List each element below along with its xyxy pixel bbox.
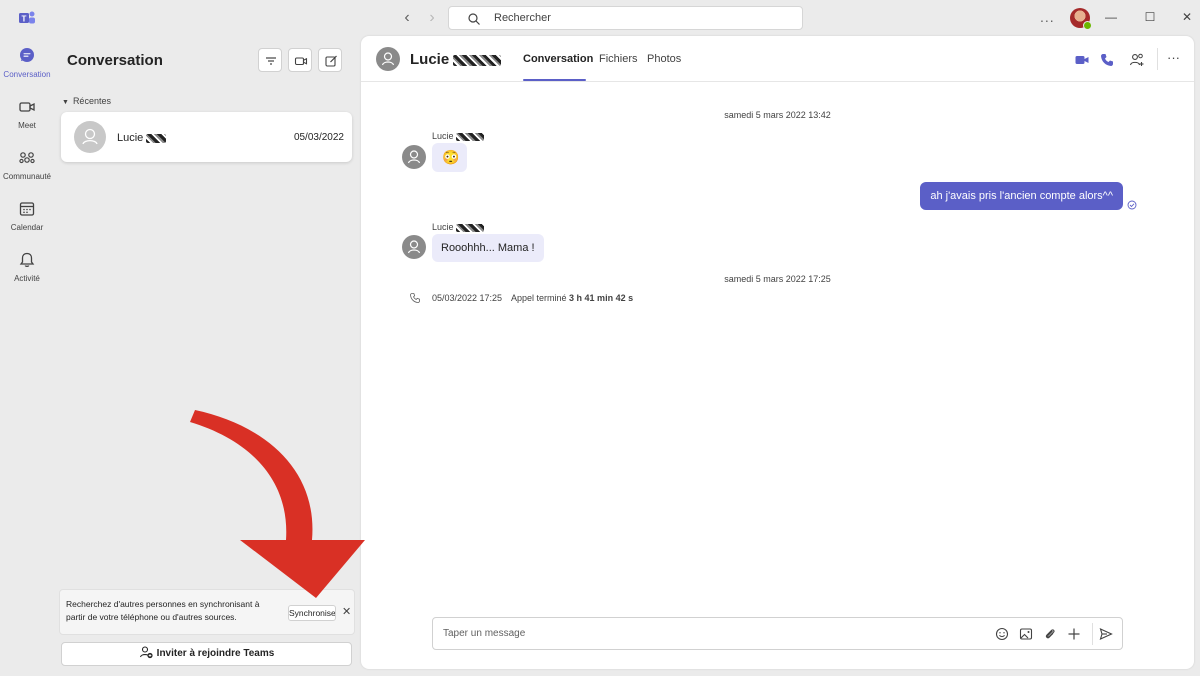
contact-name: Lucie xyxy=(410,51,502,68)
rail-label-meet: Meet xyxy=(18,121,36,130)
new-chat-button[interactable] xyxy=(318,48,342,72)
tab-conversation[interactable]: Conversation xyxy=(523,53,593,65)
person-icon xyxy=(407,240,421,254)
invite-label: Inviter à rejoindre Teams xyxy=(156,648,275,659)
profile-avatar[interactable] xyxy=(1070,8,1092,30)
rail-label-conversation: Conversation xyxy=(3,70,51,79)
person-icon xyxy=(407,150,421,164)
chat-icon xyxy=(20,48,34,62)
send-icon[interactable] xyxy=(1099,627,1113,641)
rail-item-activite[interactable]: Activité xyxy=(0,246,54,294)
incoming-message[interactable]: Rooohhh... Mama ! xyxy=(432,234,544,262)
more-options-icon[interactable]: ··· xyxy=(1167,50,1180,65)
sync-text: Recherchez d'autres personnes en synchro… xyxy=(66,599,260,622)
search-icon xyxy=(468,13,480,25)
contact-avatar xyxy=(376,47,400,71)
search-input[interactable]: Rechercher xyxy=(448,6,803,30)
filter-icon xyxy=(266,57,276,65)
back-icon[interactable]: ‹ xyxy=(398,9,416,27)
add-people-icon[interactable] xyxy=(1129,52,1145,68)
timestamp-divider: samedi 5 mars 2022 17:25 xyxy=(724,274,831,284)
incoming-message[interactable]: 😳 xyxy=(432,143,467,172)
compose-icon xyxy=(325,55,337,67)
invite-button[interactable]: Inviter à rejoindre Teams xyxy=(61,642,352,666)
close-banner-icon[interactable]: ✕ xyxy=(342,605,351,618)
chat-item-name: Lucie xyxy=(117,132,167,144)
sync-suggestion-banner: Recherchez d'autres personnes en synchro… xyxy=(59,589,355,635)
calendar-icon xyxy=(19,202,35,216)
header-divider xyxy=(1157,48,1158,70)
search-placeholder: Rechercher xyxy=(494,12,551,24)
presence-available-icon xyxy=(1083,21,1092,30)
chat-list-panel: Conversation ▼ Récentes Lucie 05/03/2022… xyxy=(54,36,360,676)
meet-now-button[interactable] xyxy=(288,48,312,72)
avatar xyxy=(402,145,426,169)
maximize-button[interactable]: ☐ xyxy=(1143,10,1157,24)
plus-icon[interactable] xyxy=(1067,627,1081,641)
more-options-icon[interactable]: ... xyxy=(1040,9,1055,25)
rail-item-conversation[interactable]: Conversation xyxy=(0,42,54,90)
timestamp-divider: samedi 5 mars 2022 13:42 xyxy=(724,110,831,120)
caret-down-icon: ▼ xyxy=(62,99,69,106)
rail-item-meet[interactable]: Meet xyxy=(0,93,54,141)
outgoing-message[interactable]: ah j'avais pris l'ancien compte alors^^ xyxy=(920,182,1123,210)
teams-logo-icon: T xyxy=(19,11,35,24)
section-recentes[interactable]: ▼ Récentes xyxy=(62,96,111,106)
chat-header: Lucie Conversation Fichiers Photos ··· xyxy=(361,36,1194,82)
avatar xyxy=(74,121,106,153)
chat-list-item[interactable]: Lucie 05/03/2022 xyxy=(61,112,352,162)
flushed-face-emoji: 😳 xyxy=(442,149,460,165)
add-person-icon xyxy=(139,646,153,659)
call-duration: 3 h 41 min 42 s xyxy=(569,293,634,303)
tab-fichiers[interactable]: Fichiers xyxy=(599,53,638,65)
minimize-button[interactable]: — xyxy=(1104,10,1118,24)
message-composer[interactable]: Taper un message xyxy=(432,617,1123,650)
community-icon xyxy=(19,152,35,164)
call-summary: Appel terminé 3 h 41 min 42 s xyxy=(511,293,634,303)
chat-item-date: 05/03/2022 xyxy=(293,132,344,143)
sync-button[interactable]: Synchroniser xyxy=(288,605,336,621)
forward-icon[interactable]: › xyxy=(423,9,441,27)
redacted-surname xyxy=(453,54,502,66)
title-bar: ‹ › Rechercher ... — ☐ ✕ xyxy=(54,0,1200,36)
filter-button[interactable] xyxy=(258,48,282,72)
tab-photos[interactable]: Photos xyxy=(647,53,681,65)
rail-item-calendar[interactable]: Calendar xyxy=(0,195,54,243)
svg-text:T: T xyxy=(22,15,27,24)
rail-item-communaute[interactable]: Communauté xyxy=(0,144,54,192)
audio-call-icon[interactable] xyxy=(1099,52,1115,68)
list-title: Conversation xyxy=(67,52,163,69)
composer-divider xyxy=(1092,623,1093,645)
chat-panel: Lucie Conversation Fichiers Photos ··· s… xyxy=(361,36,1194,669)
app-rail: T Conversation Meet Communauté Calendar … xyxy=(0,0,54,676)
composer-placeholder: Taper un message xyxy=(443,628,526,639)
attach-icon[interactable] xyxy=(1043,627,1057,641)
redacted-surname xyxy=(456,132,485,141)
video-call-icon[interactable] xyxy=(1074,52,1090,68)
phone-icon xyxy=(410,293,420,303)
message-sender: Lucie xyxy=(432,131,485,141)
image-icon[interactable] xyxy=(1019,627,1033,641)
person-icon xyxy=(381,52,395,66)
call-date: 05/03/2022 17:25 xyxy=(432,293,503,303)
rail-label-activite: Activité xyxy=(14,274,40,283)
emoji-icon[interactable] xyxy=(995,627,1009,641)
rail-label-communaute: Communauté xyxy=(2,172,52,181)
avatar xyxy=(402,235,426,259)
active-tab-indicator xyxy=(523,79,586,81)
video-icon xyxy=(294,57,308,66)
message-list: samedi 5 mars 2022 13:42 Lucie 😳 ah j'av… xyxy=(361,83,1194,603)
redacted-surname xyxy=(146,133,167,143)
section-label: Récentes xyxy=(72,96,111,106)
bell-icon xyxy=(19,252,35,267)
person-icon xyxy=(82,128,98,145)
rail-label-calendar: Calendar xyxy=(10,223,44,232)
video-icon xyxy=(19,102,35,112)
read-receipt-icon xyxy=(1127,200,1137,210)
close-window-button[interactable]: ✕ xyxy=(1180,10,1194,24)
message-sender: Lucie xyxy=(432,222,485,232)
redacted-surname xyxy=(456,223,485,232)
